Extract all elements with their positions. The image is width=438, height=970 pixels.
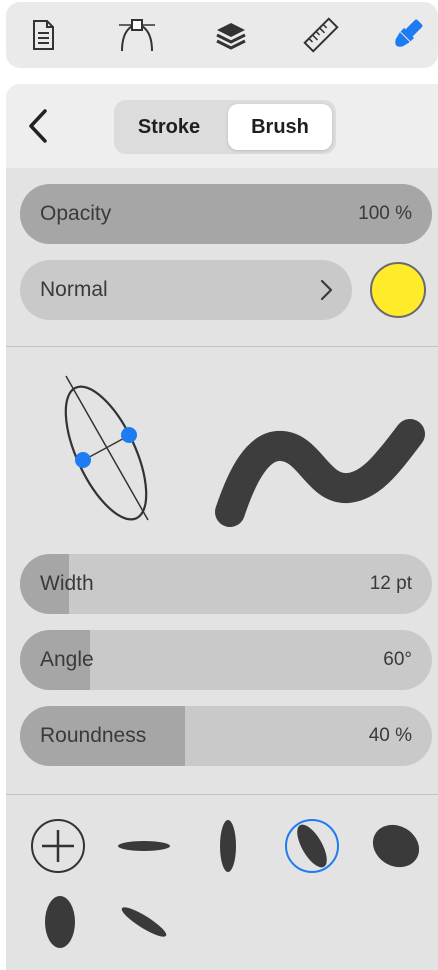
opacity-slider[interactable]: Opacity 100 % (20, 184, 432, 244)
panel-header: Stroke Brush (6, 84, 438, 168)
width-value: 12 pt (369, 573, 412, 594)
chevron-right-icon (320, 279, 333, 301)
vertical-ellipse-icon (220, 820, 236, 872)
tab-brush[interactable]: Brush (228, 104, 332, 150)
angle-label: Angle (40, 648, 94, 671)
diagonal-ellipse-icon (121, 907, 167, 937)
width-label: Width (40, 572, 94, 595)
layers-tool-button[interactable] (208, 12, 254, 58)
roundness-slider[interactable]: Roundness 40 % (20, 706, 432, 766)
brush-tip-tilted-oval-selected[interactable] (282, 816, 342, 876)
roundness-label: Roundness (40, 724, 147, 747)
tall-ellipse-icon (45, 896, 75, 948)
flat-ellipse-icon (118, 841, 170, 851)
brush-tip-editor[interactable] (26, 346, 196, 566)
brush-tip-tall-oval[interactable] (30, 892, 90, 952)
blend-mode-selector[interactable]: Normal (20, 260, 352, 320)
brush-settings-panel: Stroke Brush Opacity 100 % Normal Width … (6, 84, 438, 970)
brush-tip-narrow-vertical[interactable] (198, 816, 258, 876)
brush-stroke-preview (215, 419, 425, 527)
document-tool-button[interactable] (20, 12, 66, 58)
brush-tip-flat-horizontal[interactable] (114, 816, 174, 876)
angle-value: 60° (383, 649, 412, 670)
brush-color-swatch[interactable] (370, 262, 426, 318)
chevron-left-icon (29, 109, 47, 143)
brush-preview-area (6, 346, 438, 566)
ruler-tool-button[interactable] (298, 12, 344, 58)
roundness-handle[interactable] (75, 452, 91, 468)
round-ellipse-icon (372, 824, 420, 868)
width-slider[interactable]: Width 12 pt (20, 554, 432, 614)
back-button[interactable] (20, 108, 56, 144)
brush-tip-round-blob[interactable] (366, 816, 426, 876)
bezier-pen-icon (119, 19, 155, 52)
ruler-icon (303, 17, 339, 53)
document-icon (33, 20, 54, 50)
opacity-value: 100 % (358, 203, 412, 224)
angle-slider[interactable]: Angle 60° (20, 630, 432, 690)
add-tip-button[interactable] (28, 816, 88, 876)
top-toolbar (6, 2, 438, 68)
tilted-ellipse-icon (285, 819, 339, 873)
brush-tip-thin-diagonal[interactable] (114, 892, 174, 952)
angle-handle[interactable] (121, 427, 137, 443)
tab-stroke[interactable]: Stroke (118, 104, 220, 150)
stroke-brush-segmented-control: Stroke Brush (114, 100, 336, 154)
roundness-value: 40 % (368, 725, 412, 746)
plus-circle-icon (31, 819, 85, 873)
brush-tool-button[interactable] (384, 12, 430, 58)
layers-icon (216, 23, 246, 50)
blend-mode-label: Normal (40, 278, 108, 301)
divider (6, 794, 438, 795)
paintbrush-icon (395, 19, 423, 47)
pen-tool-button[interactable] (114, 12, 160, 58)
opacity-label: Opacity (40, 202, 112, 225)
